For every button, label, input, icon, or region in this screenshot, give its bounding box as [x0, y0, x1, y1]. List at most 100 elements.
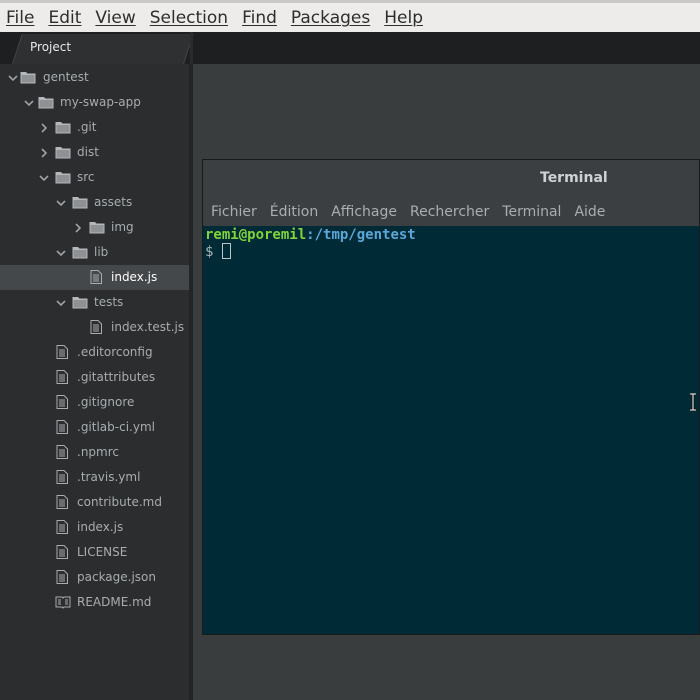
- terminal-menu-terminal[interactable]: Terminal: [502, 204, 561, 220]
- menu-view[interactable]: View: [95, 8, 135, 28]
- menu-packages[interactable]: Packages: [291, 8, 370, 28]
- folder-icon: [55, 145, 71, 159]
- terminal-menu-affichage[interactable]: Affichage: [331, 204, 397, 220]
- chevron-right-icon[interactable]: [73, 223, 83, 233]
- menu-file[interactable]: File: [6, 8, 34, 28]
- prompt-path: /tmp/gentest: [314, 227, 416, 243]
- tree-item-label: LICENSE: [77, 545, 128, 559]
- tree-folder[interactable]: dist: [0, 140, 189, 165]
- tree-folder[interactable]: img: [0, 215, 189, 240]
- folder-icon: [89, 220, 105, 234]
- file-icon: [89, 320, 105, 334]
- tree-item-label: .travis.yml: [77, 470, 141, 484]
- chevron-down-icon[interactable]: [56, 298, 66, 308]
- terminal-menubar: Fichier Édition Affichage Rechercher Ter…: [203, 197, 699, 226]
- tree-file[interactable]: LICENSE: [0, 540, 189, 565]
- file-icon: [55, 545, 71, 559]
- tree-file[interactable]: index.js: [0, 515, 189, 540]
- tree-item-label: index.test.js: [111, 320, 185, 334]
- terminal-output[interactable]: remi@poremil:/tmp/gentest $: [205, 226, 699, 634]
- tree-file[interactable]: .gitignore: [0, 390, 189, 415]
- file-icon: [55, 495, 71, 509]
- folder-icon: [72, 245, 88, 259]
- folder-icon: [72, 195, 88, 209]
- terminal-menu-fichier[interactable]: Fichier: [211, 204, 257, 220]
- tree-file[interactable]: index.js: [0, 265, 189, 290]
- panel-divider: [190, 32, 193, 64]
- file-icon: [55, 470, 71, 484]
- menu-find[interactable]: Find: [242, 8, 277, 28]
- tree-folder[interactable]: gentest: [0, 65, 189, 90]
- tree-item-label: .gitattributes: [77, 370, 156, 384]
- file-icon: [55, 395, 71, 409]
- terminal-window[interactable]: Terminal Fichier Édition Affichage Reche…: [202, 159, 700, 635]
- terminal-menu-edition[interactable]: Édition: [270, 204, 318, 220]
- terminal-titlebar[interactable]: Terminal: [203, 160, 699, 198]
- tree-file[interactable]: contribute.md: [0, 490, 189, 515]
- prompt-separator: :: [306, 227, 315, 243]
- tree-folder[interactable]: assets: [0, 190, 189, 215]
- chevron-right-icon[interactable]: [39, 123, 49, 133]
- prompt-symbol: $: [205, 244, 222, 260]
- chevron-down-icon[interactable]: [56, 248, 66, 258]
- folder-icon: [38, 95, 54, 109]
- prompt-user: remi@poremil: [205, 227, 307, 243]
- tree-file[interactable]: index.test.js: [0, 315, 189, 340]
- tab-strip: [0, 32, 700, 65]
- file-icon: [55, 570, 71, 584]
- tree-item-label: assets: [94, 195, 133, 209]
- file-icon: [55, 520, 71, 534]
- tree-item-label: img: [111, 220, 134, 234]
- terminal-menu-aide[interactable]: Aide: [574, 204, 605, 220]
- tree-item-label: src: [77, 170, 95, 184]
- tree-item-label: README.md: [77, 595, 152, 609]
- tree-file[interactable]: .editorconfig: [0, 340, 189, 365]
- file-icon: [55, 345, 71, 359]
- tree-item-label: .gitignore: [77, 395, 135, 409]
- tree-folder[interactable]: lib: [0, 240, 189, 265]
- file-icon: [89, 270, 105, 284]
- tree-item-label: .git: [77, 120, 97, 134]
- tree-item-label: lib: [94, 245, 109, 259]
- tree-item-label: .gitlab-ci.yml: [77, 420, 155, 434]
- app-menubar: File Edit View Selection Find Packages H…: [0, 0, 700, 32]
- tree-folder[interactable]: .git: [0, 115, 189, 140]
- tree-item-label: index.js: [77, 520, 124, 534]
- tree-item-label: package.json: [77, 570, 157, 584]
- tree-item-label: gentest: [43, 70, 89, 84]
- folder-icon: [55, 170, 71, 184]
- file-icon: [55, 445, 71, 459]
- folder-icon: [20, 70, 36, 84]
- tree-file[interactable]: .npmrc: [0, 440, 189, 465]
- chevron-down-icon[interactable]: [39, 173, 49, 183]
- tree-file[interactable]: .gitlab-ci.yml: [0, 415, 189, 440]
- chevron-right-icon[interactable]: [39, 148, 49, 158]
- menu-edit[interactable]: Edit: [48, 8, 81, 28]
- terminal-menu-rechercher[interactable]: Rechercher: [410, 204, 489, 220]
- tree-item-label: tests: [94, 295, 124, 309]
- terminal-title: Terminal: [540, 170, 608, 186]
- chevron-down-icon[interactable]: [24, 98, 34, 108]
- tree-file[interactable]: package.json: [0, 565, 189, 590]
- tree-folder[interactable]: src: [0, 165, 189, 190]
- file-icon: [55, 420, 71, 434]
- terminal-cursor: [222, 243, 231, 259]
- project-tree: gentest my-swap-app .git dist src assets img li…: [0, 64, 190, 700]
- tree-folder[interactable]: tests: [0, 290, 189, 315]
- tree-file[interactable]: README.md: [0, 590, 189, 615]
- tree-file[interactable]: .gitattributes: [0, 365, 189, 390]
- tree-item-label: dist: [77, 145, 99, 159]
- tree-item-label: index.js: [111, 270, 158, 284]
- chevron-down-icon[interactable]: [8, 73, 18, 83]
- ibeam-cursor-icon: [690, 393, 696, 411]
- chevron-down-icon[interactable]: [56, 198, 66, 208]
- tab-project-label: Project: [30, 40, 72, 54]
- menu-help[interactable]: Help: [384, 8, 423, 28]
- tree-item-label: my-swap-app: [60, 95, 141, 109]
- tree-item-label: .npmrc: [77, 445, 119, 459]
- tree-folder[interactable]: my-swap-app: [0, 90, 189, 115]
- book-icon: [55, 595, 71, 609]
- menu-selection[interactable]: Selection: [150, 8, 228, 28]
- file-icon: [55, 370, 71, 384]
- tree-file[interactable]: .travis.yml: [0, 465, 189, 490]
